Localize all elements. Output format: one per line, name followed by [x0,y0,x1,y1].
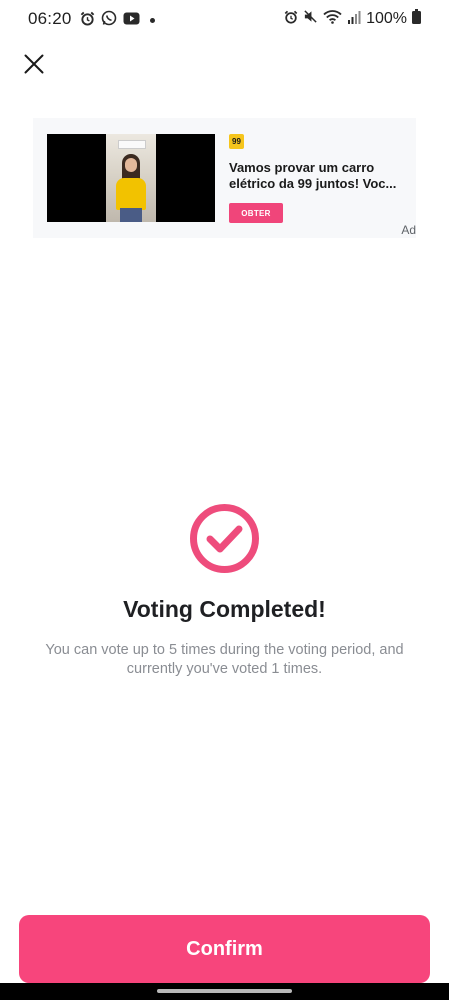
signal-icon [347,10,361,29]
ad-image [106,134,156,222]
wifi-icon [323,9,342,29]
battery-icon [412,9,421,29]
close-icon [24,54,44,74]
notification-dot-icon [150,18,155,23]
advertiser-logo: 99 [229,134,244,149]
status-bar: 06:20 100% [0,0,449,38]
mute-icon [303,9,318,29]
battery-percentage: 100% [366,10,407,27]
whatsapp-icon [101,10,117,31]
status-time: 06:20 [28,9,72,28]
ad-cta-button[interactable]: OBTER [229,203,283,223]
notification-icons [80,10,155,31]
vote-info-text: You can vote up to 5 times during the vo… [45,642,404,677]
alarm-icon [80,11,95,31]
check-circle-icon [189,503,260,574]
page-title: Voting Completed! [123,596,326,622]
alarm-icon [284,10,298,29]
confirm-button[interactable]: Confirm [19,915,430,983]
close-button[interactable] [20,50,48,78]
youtube-icon [123,12,140,30]
ad-label: Ad [401,223,416,237]
system-icons: 100% [284,9,421,29]
ad-banner[interactable]: 99 Vamos provar um carro elétrico da 99 … [33,118,416,238]
ad-headline[interactable]: Vamos provar um carro elétrico da 99 jun… [229,160,401,192]
ad-video[interactable] [47,134,215,222]
home-handle[interactable] [157,989,292,993]
navigation-bar [0,983,449,1000]
